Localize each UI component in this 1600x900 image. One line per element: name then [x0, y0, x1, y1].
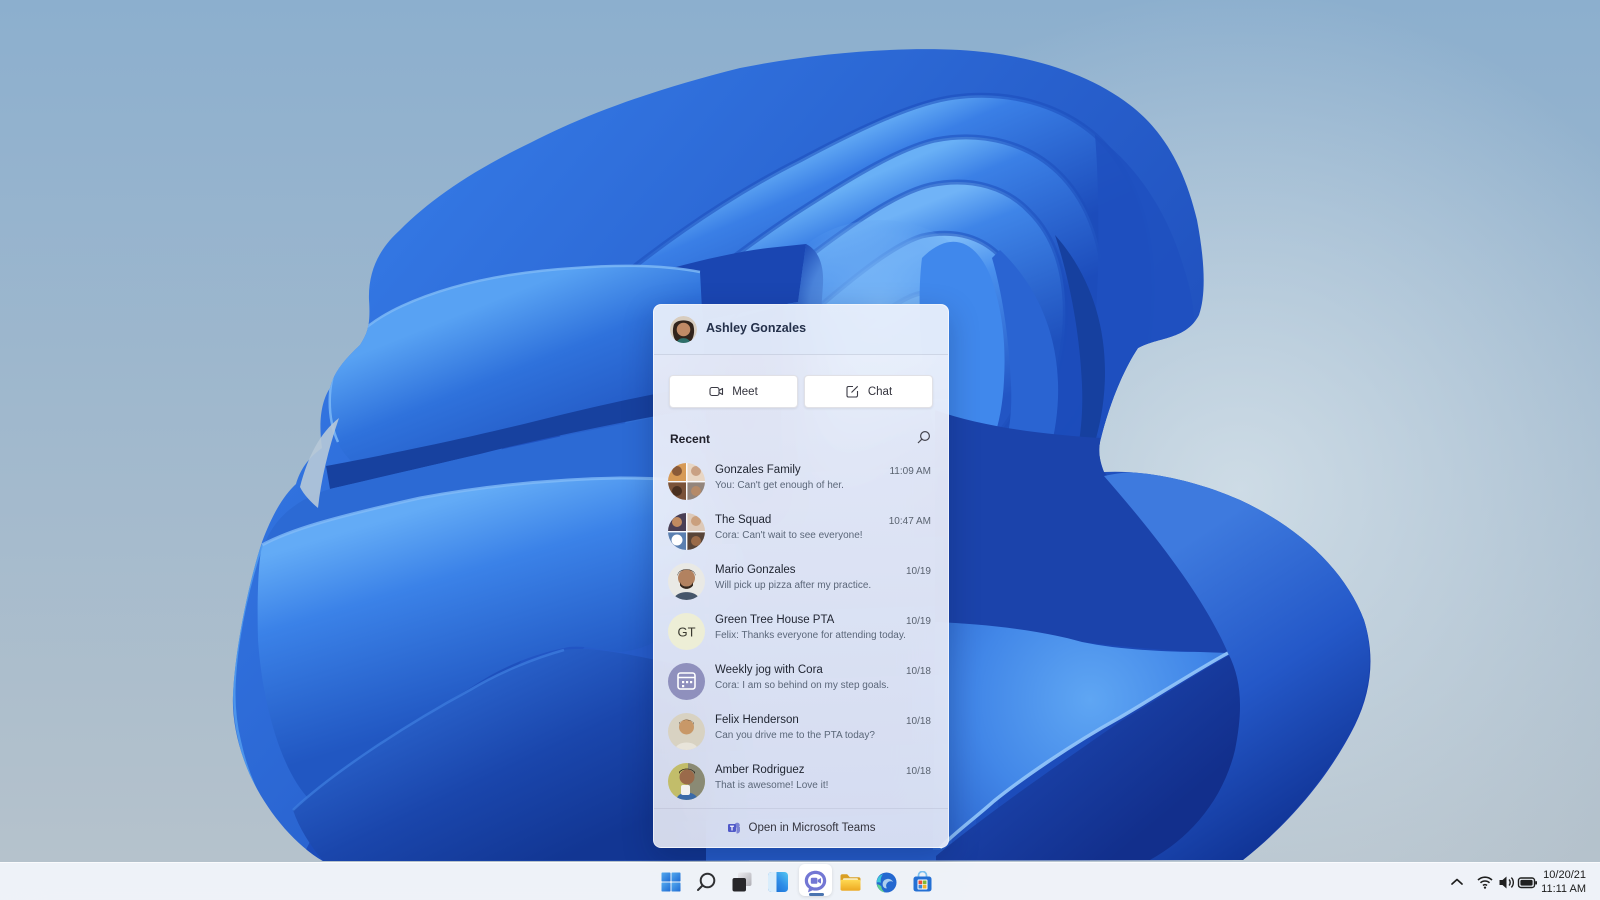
svg-text:GT: GT [677, 625, 695, 640]
